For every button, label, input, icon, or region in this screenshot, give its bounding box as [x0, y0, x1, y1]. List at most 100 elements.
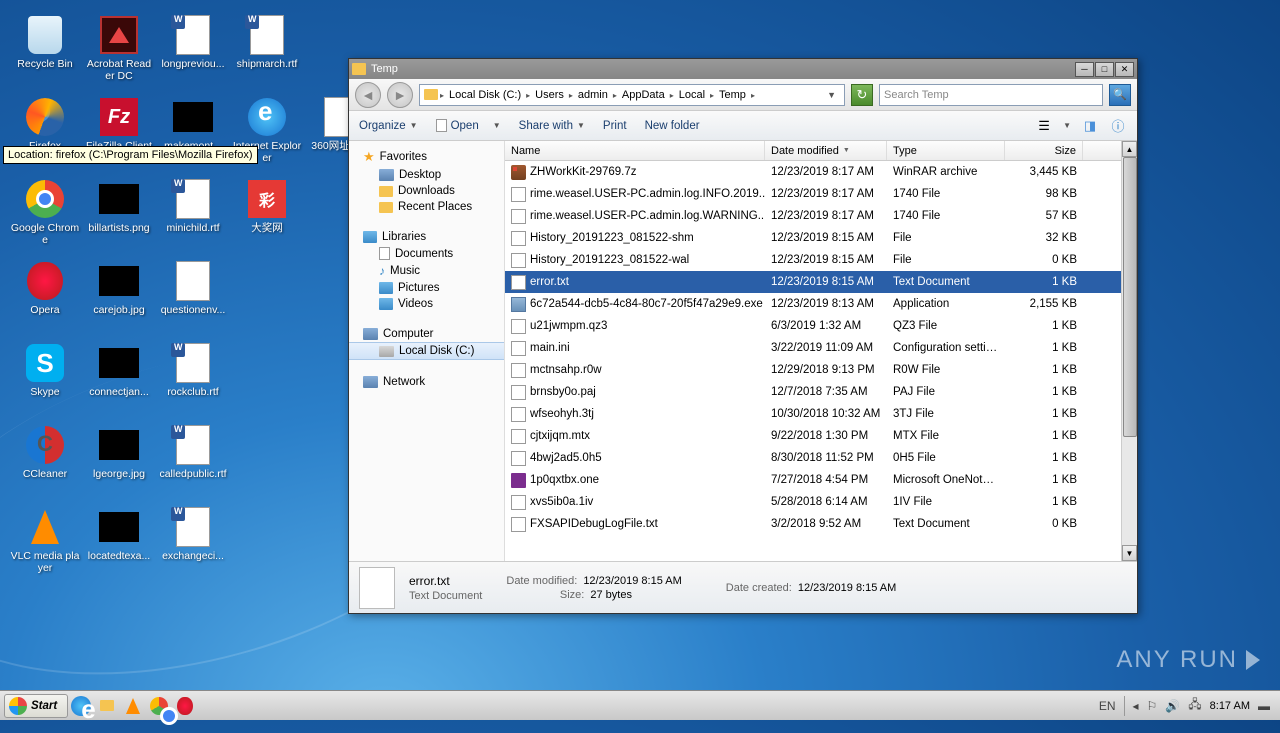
file-row[interactable]: rime.weasel.USER-PC.admin.log.WARNING...…: [505, 205, 1137, 227]
file-row[interactable]: ZHWorkKit-29769.7z12/23/2019 8:17 AMWinR…: [505, 161, 1137, 183]
desktop-icons: Recycle BinAcrobat Reader DClongpreviou.…: [8, 8, 378, 582]
breadcrumb-segment[interactable]: admin: [575, 89, 611, 101]
open-button[interactable]: Open▼: [436, 119, 501, 132]
desktop-icon[interactable]: carejob.jpg: [82, 256, 156, 334]
nav-desktop[interactable]: Desktop: [349, 167, 504, 183]
new-folder-button[interactable]: New folder: [645, 120, 700, 132]
file-row[interactable]: xvs5ib0a.1iv5/28/2018 6:14 AM1IV File1 K…: [505, 491, 1137, 513]
close-button[interactable]: ✕: [1115, 62, 1134, 77]
breadcrumb[interactable]: ▸Local Disk (C:)▸Users▸admin▸AppData▸Loc…: [419, 84, 845, 106]
libraries-group[interactable]: Libraries: [349, 229, 504, 245]
col-type[interactable]: Type: [887, 141, 1005, 160]
breadcrumb-segment[interactable]: Temp: [716, 89, 749, 101]
file-row[interactable]: 4bwj2ad5.0h58/30/2018 11:52 PM0H5 File1 …: [505, 447, 1137, 469]
nav-local-disk[interactable]: Local Disk (C:): [349, 342, 504, 360]
scroll-up-button[interactable]: ▲: [1122, 141, 1137, 157]
view-dropdown[interactable]: ▼: [1063, 121, 1071, 130]
file-row[interactable]: History_20191223_081522-wal12/23/2019 8:…: [505, 249, 1137, 271]
address-dropdown[interactable]: ▼: [823, 90, 840, 100]
preview-pane-button[interactable]: ◨: [1081, 118, 1099, 134]
desktop-icon[interactable]: Recycle Bin: [8, 10, 82, 88]
search-input[interactable]: Search Temp: [879, 84, 1103, 106]
start-button[interactable]: Start: [4, 694, 68, 718]
print-button[interactable]: Print: [603, 120, 627, 132]
file-row[interactable]: error.txt12/23/2019 8:15 AMText Document…: [505, 271, 1137, 293]
desktop-icon[interactable]: connectjan...: [82, 338, 156, 416]
taskbar-explorer[interactable]: [94, 694, 120, 718]
file-row[interactable]: mctnsahp.r0w12/29/2018 9:13 PMR0W File1 …: [505, 359, 1137, 381]
scroll-thumb[interactable]: [1123, 157, 1137, 437]
window-title: Temp: [371, 63, 398, 75]
share-button[interactable]: Share with▼: [519, 120, 585, 132]
desktop-icon[interactable]: shipmarch.rtf: [230, 10, 304, 88]
view-button[interactable]: ☰: [1035, 118, 1053, 134]
organize-button[interactable]: Organize▼: [359, 120, 418, 132]
desktop-icon[interactable]: Skype: [8, 338, 82, 416]
desktop-icon[interactable]: Acrobat Reader DC: [82, 10, 156, 88]
search-button[interactable]: 🔍: [1109, 84, 1131, 106]
col-date[interactable]: Date modified▼: [765, 141, 887, 160]
maximize-button[interactable]: □: [1095, 62, 1114, 77]
details-filename: error.txt: [409, 574, 482, 588]
minimize-button[interactable]: ─: [1075, 62, 1094, 77]
breadcrumb-segment[interactable]: AppData: [619, 89, 668, 101]
file-row[interactable]: FXSAPIDebugLogFile.txt3/2/2018 9:52 AMTe…: [505, 513, 1137, 535]
desktop-icon[interactable]: rockclub.rtf: [156, 338, 230, 416]
tray-clock[interactable]: 8:17 AM: [1210, 700, 1250, 712]
network-group[interactable]: Network: [349, 374, 504, 390]
desktop-icon[interactable]: questionenv...: [156, 256, 230, 334]
breadcrumb-segment[interactable]: Users: [532, 89, 567, 101]
nav-recent[interactable]: Recent Places: [349, 199, 504, 215]
column-headers: Name Date modified▼ Type Size: [505, 141, 1137, 161]
tray-show-hidden[interactable]: ◂: [1133, 699, 1139, 713]
desktop-icon[interactable]: minichild.rtf: [156, 174, 230, 252]
nav-videos[interactable]: Videos: [349, 296, 504, 312]
col-name[interactable]: Name: [505, 141, 765, 160]
file-row[interactable]: wfseohyh.3tj10/30/2018 10:32 AM3TJ File1…: [505, 403, 1137, 425]
desktop-icon[interactable]: VLC media player: [8, 502, 82, 580]
desktop-icon[interactable]: CCleaner: [8, 420, 82, 498]
help-button[interactable]: ⓘ: [1109, 118, 1127, 134]
desktop-icon[interactable]: lgeorge.jpg: [82, 420, 156, 498]
desktop-icon[interactable]: exchangeci...: [156, 502, 230, 580]
file-icon: [359, 567, 395, 609]
tray-action-center[interactable]: ⚐: [1147, 699, 1158, 713]
favorites-group[interactable]: ★Favorites: [349, 147, 504, 167]
file-row[interactable]: main.ini3/22/2019 11:09 AMConfiguration …: [505, 337, 1137, 359]
taskbar-chrome[interactable]: [146, 694, 172, 718]
forward-button[interactable]: ►: [387, 82, 413, 108]
file-row[interactable]: 1p0qxtbx.one7/27/2018 4:54 PMMicrosoft O…: [505, 469, 1137, 491]
desktop-icon[interactable]: locatedtexa...: [82, 502, 156, 580]
file-row[interactable]: brnsby0o.paj12/7/2018 7:35 AMPAJ File1 K…: [505, 381, 1137, 403]
back-button[interactable]: ◄: [355, 82, 381, 108]
taskbar-vlc[interactable]: [120, 694, 146, 718]
desktop-icon[interactable]: 彩大奖网: [230, 174, 304, 252]
nav-downloads[interactable]: Downloads: [349, 183, 504, 199]
desktop-icon[interactable]: Google Chrome: [8, 174, 82, 252]
file-row[interactable]: cjtxijqm.mtx9/22/2018 1:30 PMMTX File1 K…: [505, 425, 1137, 447]
desktop-icon[interactable]: longpreviou...: [156, 10, 230, 88]
file-row[interactable]: u21jwmpm.qz36/3/2019 1:32 AMQZ3 File1 KB: [505, 315, 1137, 337]
tray-network[interactable]: 🖧: [1188, 695, 1201, 716]
breadcrumb-segment[interactable]: Local Disk (C:): [446, 89, 524, 101]
breadcrumb-segment[interactable]: Local: [676, 89, 708, 101]
nav-documents[interactable]: Documents: [349, 245, 504, 262]
file-row[interactable]: 6c72a544-dcb5-4c84-80c7-20f5f47a29e9.exe…: [505, 293, 1137, 315]
desktop-icon[interactable]: calledpublic.rtf: [156, 420, 230, 498]
scroll-down-button[interactable]: ▼: [1122, 545, 1137, 561]
computer-group[interactable]: Computer: [349, 326, 504, 342]
vertical-scrollbar[interactable]: ▲ ▼: [1121, 141, 1137, 561]
file-row[interactable]: History_20191223_081522-shm12/23/2019 8:…: [505, 227, 1137, 249]
tray-show-desktop[interactable]: ▬: [1258, 699, 1270, 713]
tray-volume[interactable]: 🔊: [1165, 699, 1180, 713]
tray-lang[interactable]: EN: [1099, 699, 1116, 713]
nav-music[interactable]: ♪Music: [349, 262, 504, 280]
desktop-icon[interactable]: Opera: [8, 256, 82, 334]
file-row[interactable]: rime.weasel.USER-PC.admin.log.INFO.2019.…: [505, 183, 1137, 205]
refresh-button[interactable]: ↻: [851, 84, 873, 106]
col-size[interactable]: Size: [1005, 141, 1083, 160]
nav-pictures[interactable]: Pictures: [349, 280, 504, 296]
desktop-icon[interactable]: billartists.png: [82, 174, 156, 252]
titlebar[interactable]: Temp ─ □ ✕: [349, 59, 1137, 79]
taskbar-ie[interactable]: [68, 694, 94, 718]
